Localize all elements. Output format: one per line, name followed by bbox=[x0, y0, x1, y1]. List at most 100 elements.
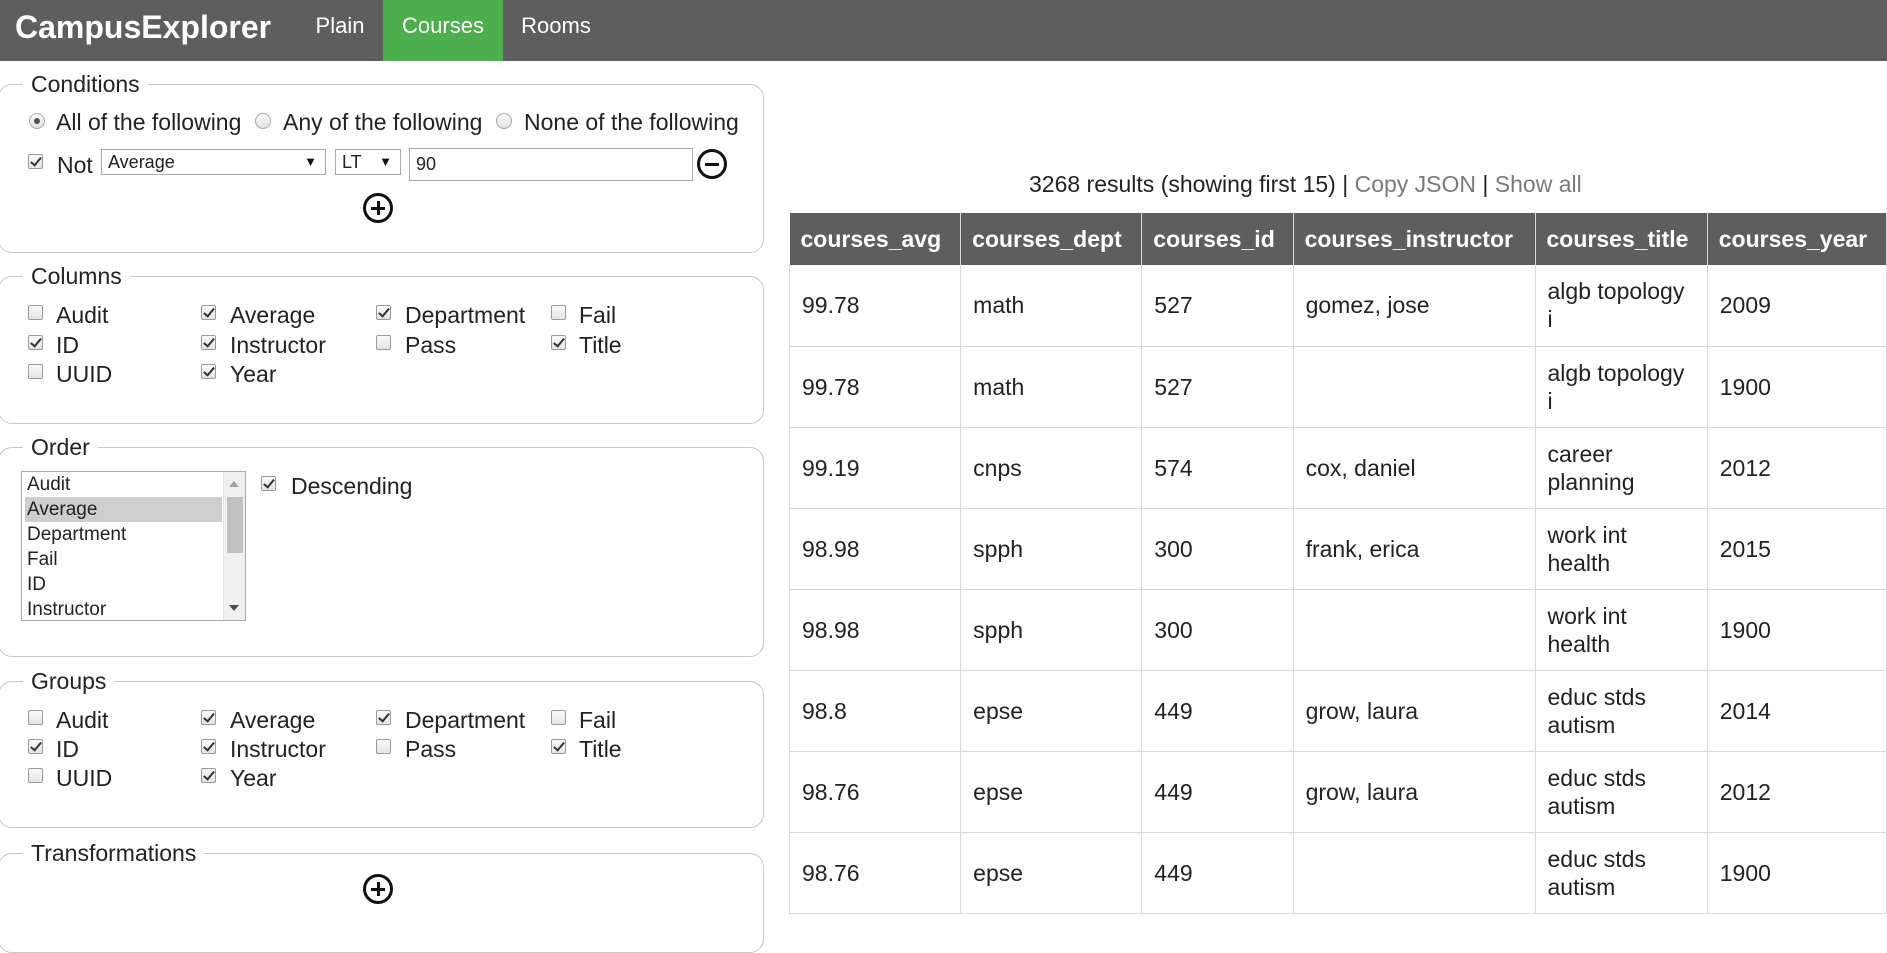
groups-checkbox-fail[interactable] bbox=[551, 710, 566, 725]
table-row: 98.8 epse 449 grow, laura educ stds auti… bbox=[788, 670, 1887, 752]
table-cell: 99.19 bbox=[788, 427, 962, 509]
table-cell: 449 bbox=[1141, 670, 1294, 752]
columns-checkbox-pass[interactable] bbox=[376, 335, 391, 350]
columns-label-title: Title bbox=[579, 332, 622, 358]
table-cell: 2009 bbox=[1707, 265, 1887, 347]
columns-legend: Columns bbox=[23, 262, 130, 290]
table-cell: math bbox=[960, 265, 1143, 347]
order-listbox[interactable]: Audit Average Department Fail ID Instruc… bbox=[21, 471, 246, 621]
condition-value-input[interactable]: 90 bbox=[409, 148, 693, 181]
not-checkbox[interactable] bbox=[28, 154, 43, 169]
table-cell: 2014 bbox=[1707, 670, 1887, 752]
columns-checkbox-title[interactable] bbox=[551, 335, 566, 350]
columns-checkbox-department[interactable] bbox=[376, 305, 391, 320]
table-cell: 449 bbox=[1141, 751, 1294, 833]
groups-checkbox-average[interactable] bbox=[201, 710, 216, 725]
table-cell: frank, erica bbox=[1293, 508, 1536, 590]
groups-checkbox-uuid[interactable] bbox=[28, 768, 43, 783]
conditions-legend: Conditions bbox=[23, 70, 148, 98]
descending-label: Descending bbox=[291, 473, 413, 499]
table-cell bbox=[1293, 346, 1536, 428]
table-cell: 98.8 bbox=[788, 670, 962, 752]
radio-all[interactable] bbox=[29, 113, 45, 129]
table-cell: epse bbox=[960, 751, 1143, 833]
columns-label-pass: Pass bbox=[405, 332, 457, 358]
table-cell: grow, laura bbox=[1293, 751, 1536, 833]
add-condition-icon[interactable] bbox=[363, 193, 393, 223]
separator: | bbox=[1342, 171, 1349, 197]
table-row: 99.78 math 527 algb topology i 1900 bbox=[788, 346, 1887, 428]
groups-checkbox-year[interactable] bbox=[201, 768, 216, 783]
table-cell: 2015 bbox=[1707, 508, 1887, 590]
groups-label-average: Average bbox=[230, 707, 316, 733]
order-option-average[interactable]: Average bbox=[25, 497, 222, 522]
dropdown-arrow-icon: ▼ bbox=[304, 154, 317, 169]
order-scrollbar[interactable] bbox=[223, 472, 245, 620]
groups-checkbox-department[interactable] bbox=[376, 710, 391, 725]
order-option-instructor[interactable]: Instructor bbox=[25, 597, 222, 620]
scroll-up-icon[interactable] bbox=[229, 481, 239, 487]
order-option-fail[interactable]: Fail bbox=[25, 547, 222, 572]
groups-checkbox-audit[interactable] bbox=[28, 710, 43, 725]
columns-label-year: Year bbox=[230, 361, 277, 387]
table-row: 99.19 cnps 574 cox, daniel career planni… bbox=[788, 427, 1887, 509]
scroll-thumb[interactable] bbox=[227, 497, 243, 553]
columns-label-uuid: UUID bbox=[56, 361, 113, 387]
radio-none[interactable] bbox=[496, 113, 512, 129]
brand-logo[interactable]: CampusExplorer bbox=[15, 0, 271, 61]
copy-json-link[interactable]: Copy JSON bbox=[1355, 171, 1476, 197]
scroll-down-icon[interactable] bbox=[229, 605, 239, 611]
radio-none-label: None of the following bbox=[524, 109, 739, 135]
order-option-id[interactable]: ID bbox=[25, 572, 222, 597]
columns-label-audit: Audit bbox=[56, 302, 109, 328]
table-cell: 2012 bbox=[1707, 427, 1887, 509]
columns-checkbox-instructor[interactable] bbox=[201, 335, 216, 350]
condition-field-select[interactable]: Average ▼ bbox=[101, 149, 326, 175]
condition-operator-select[interactable]: LT ▼ bbox=[335, 149, 401, 175]
remove-condition-icon[interactable] bbox=[697, 149, 727, 179]
groups-panel: Groups bbox=[0, 667, 764, 828]
table-cell: spph bbox=[960, 589, 1143, 671]
tab-courses[interactable]: Courses bbox=[383, 0, 503, 61]
groups-checkbox-id[interactable] bbox=[28, 739, 43, 754]
groups-checkbox-title[interactable] bbox=[551, 739, 566, 754]
table-cell: spph bbox=[960, 508, 1143, 590]
table-cell: 98.98 bbox=[788, 508, 962, 590]
column-header-avg[interactable]: courses_avg bbox=[789, 213, 962, 265]
table-row: 99.78 math 527 gomez, jose algb topology… bbox=[788, 265, 1887, 347]
table-header-row: courses_avg courses_dept courses_id cour… bbox=[789, 213, 1887, 265]
columns-label-average: Average bbox=[230, 302, 316, 328]
dropdown-arrow-icon: ▼ bbox=[379, 154, 392, 169]
groups-label-instructor: Instructor bbox=[230, 736, 326, 762]
order-option-audit[interactable]: Audit bbox=[25, 472, 222, 497]
columns-checkbox-fail[interactable] bbox=[551, 305, 566, 320]
column-header-year[interactable]: courses_year bbox=[1707, 213, 1887, 265]
columns-checkbox-audit[interactable] bbox=[28, 305, 43, 320]
column-header-dept[interactable]: courses_dept bbox=[960, 213, 1143, 265]
condition-operator-value: LT bbox=[342, 152, 362, 172]
descending-checkbox[interactable] bbox=[261, 476, 276, 491]
tab-plain[interactable]: Plain bbox=[298, 0, 382, 61]
table-cell: algb topology i bbox=[1535, 265, 1708, 347]
column-header-title[interactable]: courses_title bbox=[1535, 213, 1708, 265]
groups-label-fail: Fail bbox=[579, 707, 617, 733]
columns-checkbox-average[interactable] bbox=[201, 305, 216, 320]
columns-checkbox-id[interactable] bbox=[28, 335, 43, 350]
groups-checkbox-pass[interactable] bbox=[376, 739, 391, 754]
order-option-department[interactable]: Department bbox=[25, 522, 222, 547]
column-header-id[interactable]: courses_id bbox=[1141, 213, 1294, 265]
tab-rooms[interactable]: Rooms bbox=[504, 0, 608, 61]
groups-label-uuid: UUID bbox=[56, 765, 113, 791]
groups-label-audit: Audit bbox=[56, 707, 109, 733]
add-transformation-icon[interactable] bbox=[363, 874, 393, 904]
results-count: 3268 results (showing first 15) bbox=[1029, 171, 1336, 197]
column-header-instructor[interactable]: courses_instructor bbox=[1293, 213, 1536, 265]
table-cell: 300 bbox=[1141, 508, 1294, 590]
groups-checkbox-instructor[interactable] bbox=[201, 739, 216, 754]
columns-checkbox-year[interactable] bbox=[201, 364, 216, 379]
columns-checkbox-uuid[interactable] bbox=[28, 364, 43, 379]
groups-label-year: Year bbox=[230, 765, 277, 791]
radio-any[interactable] bbox=[255, 113, 271, 129]
transformations-legend: Transformations bbox=[23, 839, 205, 867]
show-all-link[interactable]: Show all bbox=[1495, 171, 1582, 197]
